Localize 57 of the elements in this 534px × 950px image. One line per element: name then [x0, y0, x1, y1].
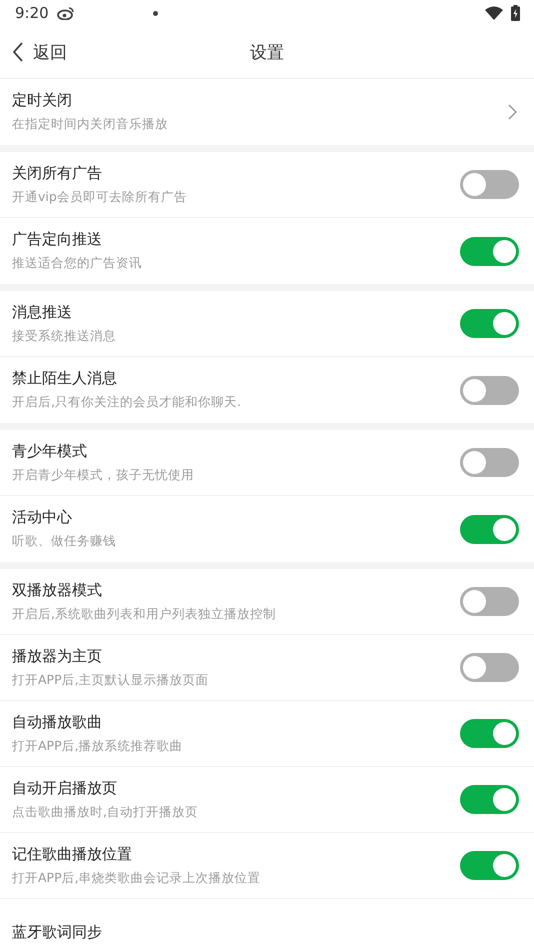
setting-title: 活动中心 [12, 508, 73, 527]
setting-title: 双播放器模式 [12, 580, 103, 600]
settings-row[interactable]: 记住歌曲播放位置 打开APP后,串烧类歌曲会记录上次播放位置 [0, 833, 534, 899]
toggle-switch[interactable] [460, 785, 519, 814]
settings-row[interactable]: 广告定向推送 推送适合您的广告资讯 [0, 218, 534, 284]
setting-title: 青少年模式 [12, 442, 88, 460]
setting-description: 推送适合您的广告资讯 [12, 255, 143, 272]
settings-row[interactable]: 定时关闭 在指定时间内关闭音乐播放 [0, 79, 534, 145]
setting-title: 禁止陌生人消息 [12, 369, 118, 388]
setting-description: 打开APP后,主页默认显示播放页面 [12, 672, 210, 688]
setting-title: 自动播放歌曲 [12, 712, 103, 732]
toggle-switch[interactable] [460, 719, 519, 748]
setting-title: 蓝牙歌词同步 [12, 922, 103, 942]
toggle-switch[interactable] [460, 170, 519, 199]
setting-description: 打开APP后,播放系统推荐歌曲 [12, 738, 184, 754]
toggle-switch[interactable] [460, 236, 519, 266]
setting-title: 消息推送 [12, 302, 73, 322]
setting-description: 开启后,系统歌曲列表和用户列表独立播放控制 [12, 606, 277, 622]
settings-row[interactable]: 禁止陌生人消息 开启后,只有你关注的会员才能和你聊天. [0, 357, 534, 423]
setting-title: 自动开启播放页 [12, 778, 118, 798]
setting-description: 接受系统推送消息 [12, 328, 117, 344]
setting-description: 打开APP后,串烧类歌曲会记录上次播放位置 [12, 870, 262, 886]
setting-description: 点击歌曲播放时,自动打开播放页 [12, 804, 199, 820]
settings-row[interactable]: 双播放器模式 开启后,系统歌曲列表和用户列表独立播放控制 [0, 569, 534, 635]
notification-dot-icon [152, 10, 158, 16]
settings-row[interactable]: 青少年模式 开启青少年模式，孩子无忧使用 [0, 430, 534, 496]
page-title: 设置 [250, 42, 284, 64]
chevron-icon [508, 104, 517, 120]
toggle-switch[interactable] [460, 309, 519, 338]
settings-row[interactable]: 关闭所有广告 开通vip会员即可去除所有广告 [0, 152, 534, 218]
setting-description: 在指定时间内关闭音乐播放 [12, 116, 169, 133]
setting-title: 广告定向推送 [12, 230, 103, 249]
toggle-switch[interactable] [460, 376, 519, 404]
setting-title: 播放器为主页 [12, 646, 103, 666]
settings-row[interactable]: 消息推送 接受系统推送消息 [0, 291, 534, 357]
toggle-switch[interactable] [460, 448, 519, 477]
setting-description: 开启青少年模式，孩子无忧使用 [12, 466, 195, 484]
toggle-switch[interactable] [460, 514, 519, 544]
status-time: 9:20 [15, 4, 49, 22]
settings-row[interactable]: 蓝牙歌词同步 [0, 899, 534, 950]
wifi-icon [485, 6, 503, 20]
setting-description: 开通vip会员即可去除所有广告 [12, 188, 188, 206]
setting-title: 记住歌曲播放位置 [12, 844, 133, 864]
setting-description: 开启后,只有你关注的会员才能和你聊天. [12, 394, 242, 411]
back-button[interactable]: 返回 [0, 40, 79, 64]
toggle-switch[interactable] [460, 653, 519, 682]
settings-row[interactable]: 自动播放歌曲 打开APP后,播放系统推荐歌曲 [0, 701, 534, 767]
settings-row[interactable]: 自动开启播放页 点击歌曲播放时,自动打开播放页 [0, 767, 534, 833]
setting-title: 关闭所有广告 [12, 164, 103, 182]
settings-row[interactable]: 活动中心 听歌、做任务赚钱 [0, 496, 534, 562]
settings-row[interactable]: 播放器为主页 打开APP后,主页默认显示播放页面 [0, 635, 534, 701]
back-icon [12, 42, 24, 62]
battery-icon [511, 5, 520, 21]
toggle-switch[interactable] [460, 587, 519, 616]
setting-description: 听歌、做任务赚钱 [12, 533, 117, 550]
toggle-switch[interactable] [460, 851, 519, 880]
setting-title: 定时关闭 [12, 91, 73, 110]
